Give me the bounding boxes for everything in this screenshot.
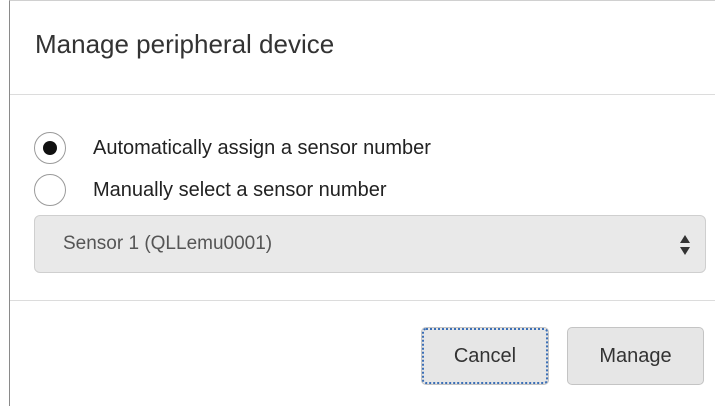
dialog-footer: Cancel Manage [10, 301, 715, 407]
radio-automatic[interactable] [34, 132, 66, 164]
dialog-body: Automatically assign a sensor number Man… [10, 95, 715, 301]
dialog-header: Manage peripheral device [10, 1, 715, 95]
option-manual-label: Manually select a sensor number [93, 178, 387, 201]
option-automatic[interactable]: Automatically assign a sensor number [34, 132, 431, 164]
cancel-button[interactable]: Cancel [421, 327, 549, 385]
manage-button[interactable]: Manage [567, 327, 704, 385]
manage-peripheral-dialog: Manage peripheral device Automatically a… [9, 0, 715, 406]
updown-arrows-icon [679, 233, 691, 257]
dialog-title: Manage peripheral device [35, 29, 335, 59]
radio-manual[interactable] [34, 174, 66, 206]
sensor-select[interactable]: Sensor 1 (QLLemu0001) [34, 215, 706, 273]
option-automatic-label: Automatically assign a sensor number [93, 136, 431, 159]
sensor-select-value: Sensor 1 (QLLemu0001) [63, 233, 273, 254]
option-manual[interactable]: Manually select a sensor number [34, 174, 386, 206]
